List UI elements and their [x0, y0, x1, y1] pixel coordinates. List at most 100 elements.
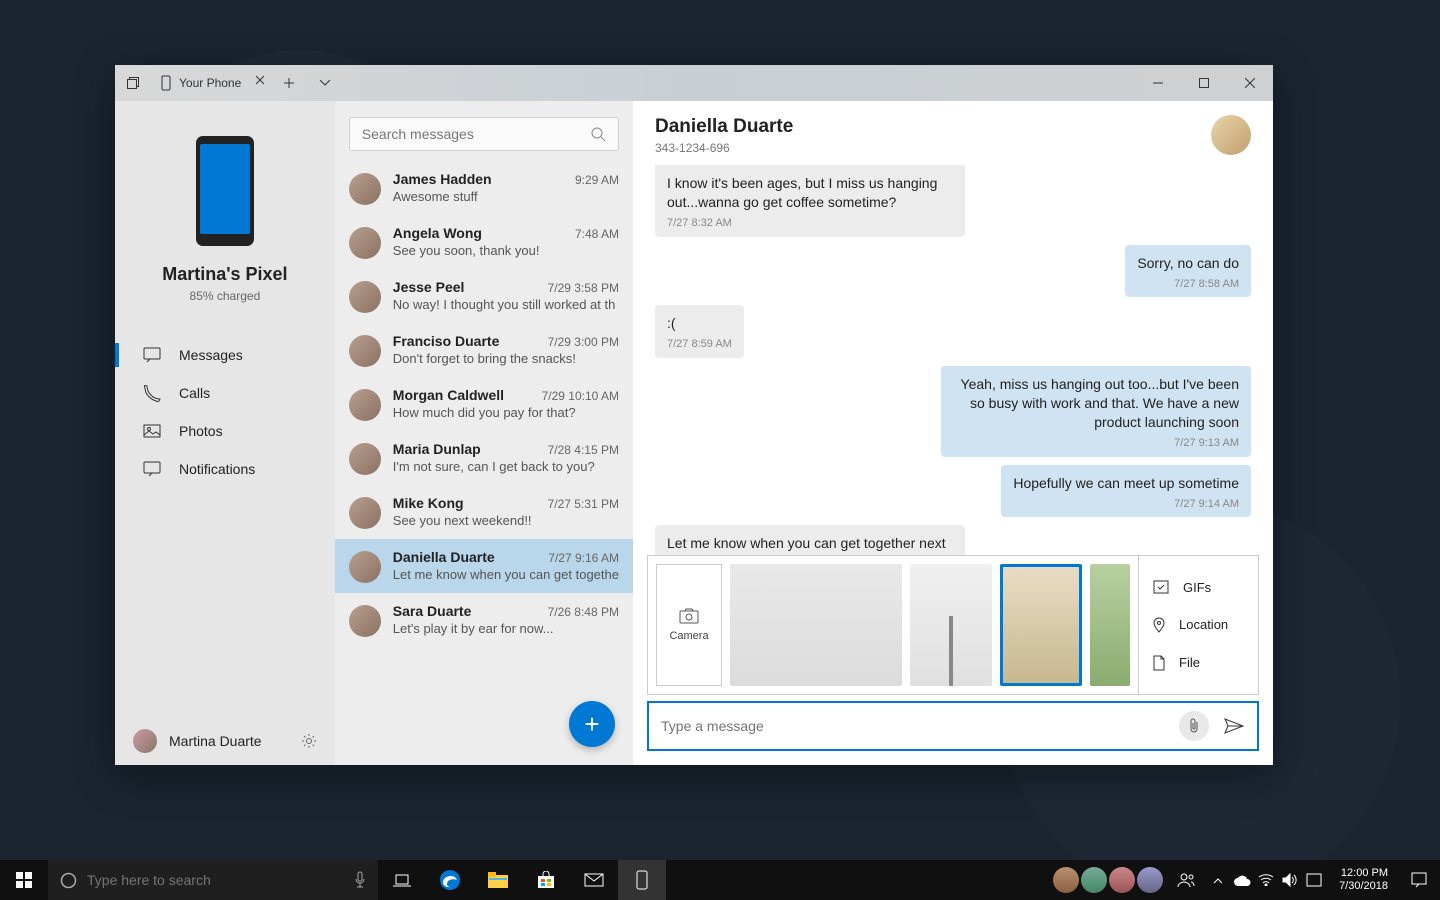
chat-contact-number: 343-1234-696	[655, 141, 793, 155]
avatar	[349, 335, 381, 367]
conv-preview: See you soon, thank you!	[393, 243, 619, 258]
avatar	[349, 389, 381, 421]
start-button[interactable]	[0, 860, 48, 900]
new-message-button[interactable]: +	[569, 701, 615, 747]
conversation-item[interactable]: Maria Dunlap 7/28 4:15 PM I'm not sure, …	[335, 431, 633, 485]
photo-thumb[interactable]	[730, 564, 902, 686]
taskbar-app-edge[interactable]	[426, 860, 474, 900]
conv-time: 7/29 10:10 AM	[542, 389, 619, 403]
attach-location[interactable]: Location	[1139, 606, 1258, 644]
minimize-button[interactable]	[1135, 65, 1181, 101]
taskbar-search[interactable]	[48, 860, 378, 900]
conversation-item[interactable]: Angela Wong 7:48 AM See you soon, thank …	[335, 215, 633, 269]
conversation-item[interactable]: Morgan Caldwell 7/29 10:10 AM How much d…	[335, 377, 633, 431]
message-list: I know it's been ages, but I miss us han…	[633, 165, 1273, 555]
taskbar: 12:00 PM 7/30/2018	[0, 860, 1440, 900]
close-button[interactable]	[1227, 65, 1273, 101]
conv-name: Mike Kong	[393, 495, 464, 511]
conv-time: 7/29 3:00 PM	[548, 335, 619, 349]
camera-label: Camera	[669, 630, 708, 642]
tray-language-icon[interactable]	[1303, 860, 1325, 900]
search-messages[interactable]	[349, 117, 619, 151]
taskbar-search-input[interactable]	[87, 872, 344, 888]
windows-icon	[16, 872, 32, 888]
photo-thumb[interactable]	[910, 564, 992, 686]
send-button[interactable]	[1217, 718, 1251, 734]
tab-close-icon[interactable]	[255, 75, 265, 85]
nav-calls[interactable]: Calls	[115, 374, 335, 412]
people-button[interactable]	[1169, 860, 1203, 900]
conversation-item[interactable]: Jesse Peel 7/29 3:58 PM No way! I though…	[335, 269, 633, 323]
user-avatar[interactable]	[133, 729, 157, 753]
task-view-button[interactable]	[378, 860, 426, 900]
avatar	[349, 281, 381, 313]
taskbar-app-mail[interactable]	[570, 860, 618, 900]
title-tab[interactable]: Your Phone	[151, 67, 271, 99]
nav-label: Photos	[179, 423, 223, 439]
conversation-item[interactable]: Sara Duarte 7/26 8:48 PM Let's play it b…	[335, 593, 633, 647]
conv-time: 7/27 9:16 AM	[548, 551, 619, 565]
settings-button[interactable]	[301, 733, 317, 749]
taskbar-people[interactable]	[1047, 867, 1169, 893]
store-icon	[537, 871, 555, 889]
search-icon	[590, 126, 606, 142]
conversation-item[interactable]: Mike Kong 7/27 5:31 PM See you next week…	[335, 485, 633, 539]
taskbar-app-yourphone[interactable]	[618, 860, 666, 900]
message-incoming: Let me know when you can get together ne…	[655, 525, 965, 555]
conversation-item[interactable]: James Hadden 9:29 AM Awesome stuff	[335, 161, 633, 215]
phone-hero: Martina's Pixel 85% charged	[115, 101, 335, 321]
message-timestamp: 7/27 9:13 AM	[953, 436, 1239, 451]
attachment-tray: Camera GIFs Location	[647, 555, 1259, 695]
conv-name: Daniella Duarte	[393, 549, 495, 565]
taskbar-clock[interactable]: 12:00 PM 7/30/2018	[1329, 867, 1398, 893]
search-input[interactable]	[362, 126, 590, 142]
chat-pane: Daniella Duarte 343-1234-696 I know it's…	[633, 101, 1273, 765]
chat-contact-avatar[interactable]	[1211, 115, 1251, 155]
nav-photos[interactable]: Photos	[115, 412, 335, 450]
tray-volume-icon[interactable]	[1279, 860, 1301, 900]
mic-icon[interactable]	[354, 871, 366, 889]
conv-name: Sara Duarte	[393, 603, 472, 619]
sidebar: Martina's Pixel 85% charged Messages Cal…	[115, 101, 335, 765]
tray-wifi-icon[interactable]	[1255, 860, 1277, 900]
photo-thumb-selected[interactable]	[1000, 564, 1082, 686]
conv-preview: I'm not sure, can I get back to you?	[393, 459, 619, 474]
attach-button[interactable]	[1179, 711, 1209, 741]
chat-contact-name: Daniella Duarte	[655, 116, 793, 138]
tab-dropdown-button[interactable]	[307, 65, 343, 101]
attach-gifs[interactable]: GIFs	[1139, 569, 1258, 606]
compose-input[interactable]	[661, 718, 1171, 734]
action-center-button[interactable]	[1398, 860, 1440, 900]
titlebar: Your Phone	[115, 65, 1273, 101]
phone-icon	[636, 870, 648, 890]
taskbar-app-store[interactable]	[522, 860, 570, 900]
tray-onedrive-icon[interactable]	[1231, 860, 1253, 900]
message-text: :(	[667, 314, 732, 333]
conv-preview: No way! I thought you still worked at th	[393, 297, 619, 312]
tray-up-icon[interactable]	[1207, 860, 1229, 900]
maximize-button[interactable]	[1181, 65, 1227, 101]
phone-status: 85% charged	[115, 289, 335, 303]
message-timestamp: 7/27 9:14 AM	[1013, 497, 1239, 512]
nav-label: Messages	[179, 347, 243, 363]
avatar	[349, 605, 381, 637]
attach-file[interactable]: File	[1139, 644, 1258, 682]
new-tab-button[interactable]	[271, 65, 307, 101]
phone-icon	[161, 75, 171, 91]
camera-button[interactable]: Camera	[656, 564, 722, 686]
nav-notifications[interactable]: Notifications	[115, 450, 335, 488]
photo-thumb[interactable]	[1090, 564, 1130, 686]
notifications-icon	[143, 460, 161, 478]
message-timestamp: 7/27 8:32 AM	[667, 216, 953, 231]
attach-label: GIFs	[1183, 580, 1211, 595]
taskbar-app-explorer[interactable]	[474, 860, 522, 900]
message-text: Hopefully we can meet up sometime	[1013, 474, 1239, 493]
conversation-item[interactable]: Franciso Duarte 7/29 3:00 PM Don't forge…	[335, 323, 633, 377]
message-timestamp: 7/27 8:58 AM	[1137, 277, 1239, 292]
people-icon	[1177, 872, 1195, 888]
nav-messages[interactable]: Messages	[115, 336, 335, 374]
edge-icon	[439, 869, 461, 891]
window-sets-icon[interactable]	[115, 65, 151, 101]
calls-icon	[143, 384, 161, 402]
conversation-item[interactable]: Daniella Duarte 7/27 9:16 AM Let me know…	[335, 539, 633, 593]
